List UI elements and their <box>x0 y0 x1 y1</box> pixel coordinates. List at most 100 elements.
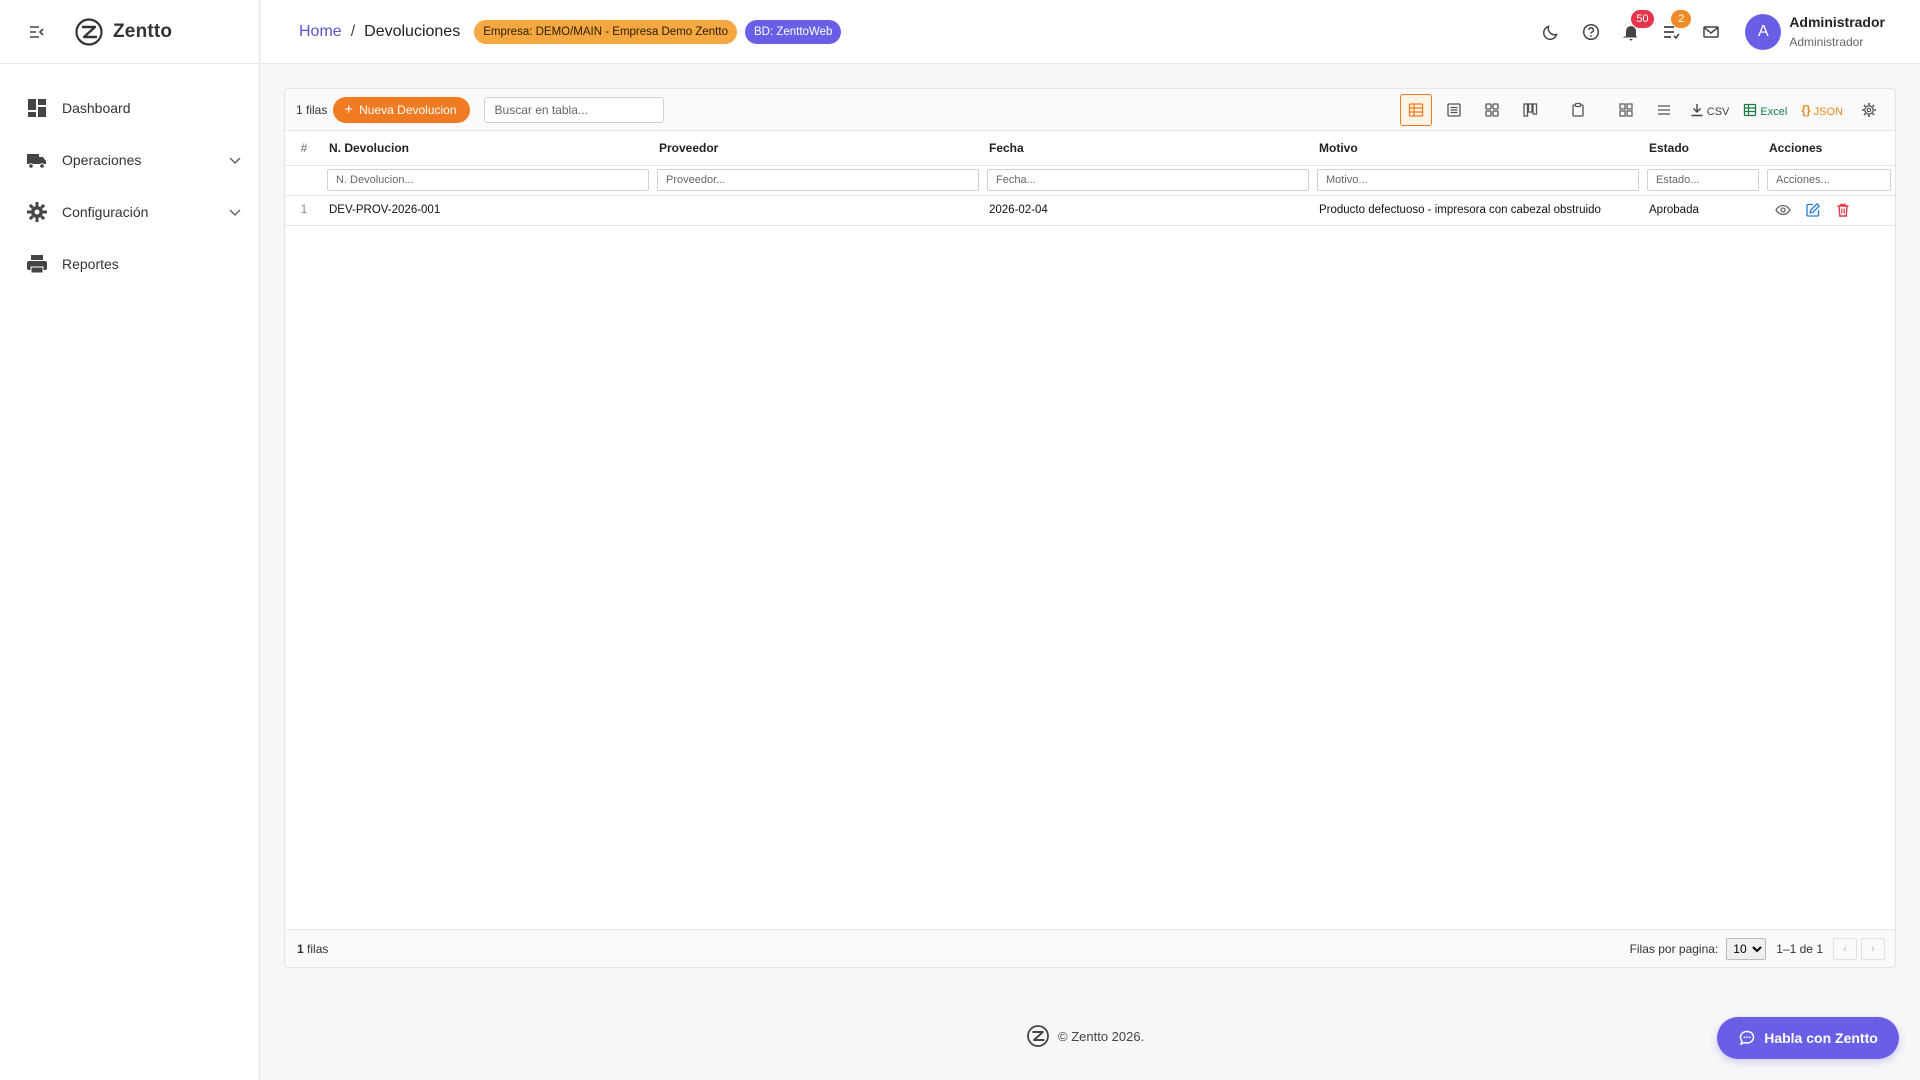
excel-icon <box>1743 103 1757 117</box>
sidebar-header: Zentto <box>0 0 259 64</box>
cell-motivo: Producto defectuoso - impresora con cabe… <box>1313 195 1643 226</box>
column-header-numero[interactable]: N. Devolucion <box>323 131 653 166</box>
kanban-view-button[interactable] <box>1514 94 1546 126</box>
column-header-proveedor[interactable]: Proveedor <box>653 131 983 166</box>
next-page-button[interactable]: › <box>1861 938 1885 960</box>
rows-per-page-select[interactable]: 10 <box>1726 938 1767 960</box>
sidebar-item-label: Reportes <box>62 256 119 272</box>
chat-button[interactable]: Habla con Zentto <box>1717 1017 1899 1059</box>
cell-estado: Aprobada <box>1643 195 1763 226</box>
view-icon[interactable] <box>1775 202 1791 218</box>
column-header-estado[interactable]: Estado <box>1643 131 1763 166</box>
devoluciones-table: # N. Devolucion Proveedor Fecha Motivo E… <box>285 131 1895 226</box>
user-name: Administrador <box>1789 13 1885 30</box>
chevron-down-icon[interactable] <box>227 204 243 220</box>
clipboard-icon <box>1570 102 1586 118</box>
cell-acciones <box>1763 195 1895 226</box>
sidebar-item-label: Dashboard <box>62 100 131 116</box>
database-chip[interactable]: BD: ZenttoWeb <box>744 19 842 44</box>
sidebar-item-reportes[interactable]: Reportes <box>0 238 259 290</box>
filter-cell <box>1643 165 1763 196</box>
filter-cell-empty <box>285 165 323 196</box>
sidebar-item-dashboard[interactable]: Dashboard <box>0 82 259 134</box>
filter-fecha-input[interactable] <box>987 169 1309 191</box>
new-devolucion-label: Nueva Devolucion <box>359 102 457 117</box>
filter-estado-input[interactable] <box>1647 169 1759 191</box>
table-search-input[interactable] <box>483 96 664 123</box>
new-devolucion-button[interactable]: + Nueva Devolucion <box>333 96 470 123</box>
page-range: 1–1 de 1 <box>1776 942 1823 956</box>
cards-icon <box>1484 102 1500 118</box>
notifications-badge: 50 <box>1631 10 1654 28</box>
view-toolbar: CSV Excel {} JSON <box>1394 89 1885 131</box>
filter-acciones-input[interactable] <box>1767 169 1891 191</box>
gear-icon <box>1861 102 1877 118</box>
chat-button-label: Habla con Zentto <box>1764 1030 1878 1046</box>
rows-per-page-label: Filas por pagina: <box>1629 942 1719 956</box>
dark-mode-toggle[interactable] <box>1531 12 1571 52</box>
grid-settings-button[interactable] <box>1853 94 1885 126</box>
column-header-motivo[interactable]: Motivo <box>1313 131 1643 166</box>
printer-icon <box>26 253 48 275</box>
filter-numero-input[interactable] <box>327 169 649 191</box>
zentto-logo-icon <box>1026 1024 1050 1048</box>
row-density-button[interactable] <box>1648 94 1680 126</box>
filter-proveedor-input[interactable] <box>657 169 979 191</box>
brand-name: Zentto <box>113 20 173 42</box>
avatar[interactable]: A <box>1745 14 1782 50</box>
row-count: 1 filas <box>296 102 328 117</box>
notifications-button[interactable]: 50 <box>1611 10 1654 52</box>
sidebar-item-configuracion[interactable]: Configuración <box>0 186 259 238</box>
sidebar-item-label: Operaciones <box>62 152 142 168</box>
table-row[interactable]: 1 DEV-PROV-2026-001 2026-02-04 Producto … <box>285 195 1895 226</box>
sidebar-item-label: Configuración <box>62 204 149 220</box>
footer-row-count-number: 1 <box>297 941 304 956</box>
card-view-button[interactable] <box>1476 94 1508 126</box>
csv-label: CSV <box>1706 106 1730 118</box>
filter-cell <box>653 165 983 196</box>
grid-density-button[interactable] <box>1610 94 1642 126</box>
user-role: Administrador <box>1789 35 1864 50</box>
zentto-logo-icon <box>74 17 104 47</box>
filter-motivo-input[interactable] <box>1317 169 1639 191</box>
help-button[interactable] <box>1571 12 1611 52</box>
help-icon <box>1582 23 1600 41</box>
sidebar-item-operaciones[interactable]: Operaciones <box>0 134 259 186</box>
top-header: Home / Devoluciones Empresa: DEMO/MAIN -… <box>261 0 1920 64</box>
tasks-button[interactable]: 2 <box>1651 10 1692 52</box>
breadcrumb-home-link[interactable]: Home <box>299 23 342 41</box>
cell-proveedor <box>653 195 983 226</box>
company-chip[interactable]: Empresa: DEMO/MAIN - Empresa Demo Zentto <box>474 19 737 44</box>
table-view-icon <box>1408 102 1424 118</box>
clipboard-button[interactable] <box>1562 94 1594 126</box>
header-actions: 50 2 A Administrador Administrador <box>1531 0 1885 64</box>
export-excel-button[interactable]: Excel <box>1739 94 1791 126</box>
delete-icon[interactable] <box>1835 202 1851 218</box>
column-header-fecha[interactable]: Fecha <box>983 131 1313 166</box>
brand[interactable]: Zentto <box>74 17 172 47</box>
table-view-button[interactable] <box>1399 94 1432 126</box>
messages-button[interactable] <box>1691 12 1731 52</box>
menu-lines-icon <box>1656 102 1672 118</box>
page-title: Devoluciones <box>364 22 461 40</box>
row-actions <box>1769 202 1895 218</box>
chevron-down-icon[interactable] <box>227 152 243 168</box>
export-csv-button[interactable]: CSV <box>1686 94 1734 126</box>
column-header-acciones[interactable]: Acciones <box>1763 131 1895 166</box>
prev-page-button[interactable]: ‹ <box>1833 938 1857 960</box>
dashboard-icon <box>26 97 48 119</box>
edit-icon[interactable] <box>1805 202 1821 218</box>
cell-numero: DEV-PROV-2026-001 <box>323 195 653 226</box>
detail-view-button[interactable] <box>1438 94 1470 126</box>
sidebar: Zentto Dashboard Operaciones Configuraci… <box>0 0 260 1080</box>
excel-label: Excel <box>1760 106 1788 118</box>
plus-icon: + <box>344 101 354 118</box>
column-header-index: # <box>285 131 323 166</box>
export-json-button[interactable]: {} JSON <box>1797 94 1847 126</box>
footer-row-count-label: filas <box>307 941 329 956</box>
filter-cell <box>1763 165 1895 196</box>
collapse-menu-icon[interactable] <box>26 21 48 43</box>
user-menu[interactable]: Administrador Administrador <box>1789 14 1885 51</box>
gear-icon <box>26 201 48 223</box>
kanban-icon <box>1522 102 1538 118</box>
